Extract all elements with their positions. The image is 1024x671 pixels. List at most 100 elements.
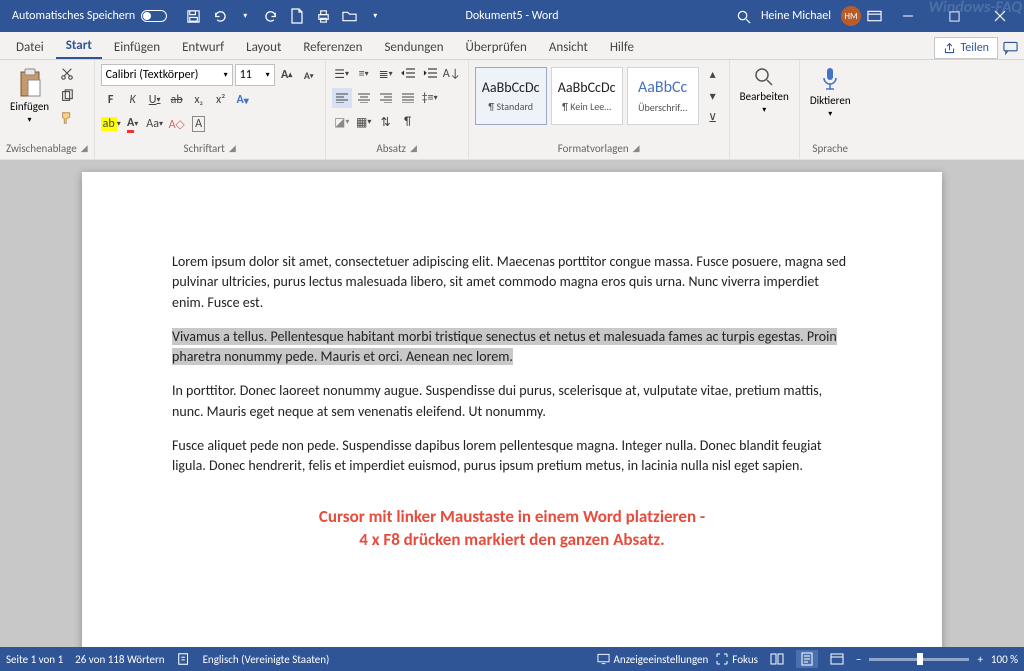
clear-formatting-icon[interactable]: A◇ xyxy=(167,114,187,134)
avatar[interactable]: HM xyxy=(841,6,861,26)
grow-font-icon[interactable]: A▴ xyxy=(277,65,297,85)
new-doc-icon[interactable] xyxy=(285,4,309,28)
zoom-out-button[interactable]: − xyxy=(856,653,861,666)
paragraph-3[interactable]: In porttitor. Donec laoreet nonummy augu… xyxy=(172,381,852,422)
status-focus[interactable]: Fokus xyxy=(716,653,758,666)
status-page[interactable]: Seite 1 von 1 xyxy=(6,653,63,666)
bullets-icon[interactable]: ☰▾ xyxy=(332,64,352,84)
chevron-down-icon: ▾ xyxy=(762,105,766,115)
align-right-icon[interactable] xyxy=(376,88,396,108)
document-area[interactable]: Lorem ipsum dolor sit amet, consectetuer… xyxy=(0,160,1024,647)
style-standard[interactable]: AaBbCcDc ¶ Standard xyxy=(475,67,547,125)
tab-datei[interactable]: Datei xyxy=(6,36,54,59)
justify-icon[interactable] xyxy=(398,88,418,108)
close-button[interactable] xyxy=(980,0,1020,32)
format-painter-icon[interactable] xyxy=(57,108,77,128)
ribbon-display-icon[interactable] xyxy=(867,10,882,23)
tab-sendungen[interactable]: Sendungen xyxy=(374,36,453,59)
tab-hilfe[interactable]: Hilfe xyxy=(600,36,644,59)
zoom-in-button[interactable]: + xyxy=(977,653,982,666)
undo-icon[interactable] xyxy=(207,4,231,28)
status-display-settings[interactable]: Anzeigeeinstellungen xyxy=(597,653,709,666)
align-left-icon[interactable] xyxy=(332,88,352,108)
autosave-control[interactable]: Automatisches Speichern xyxy=(4,9,175,23)
font-launcher-icon[interactable]: ◢ xyxy=(229,143,236,154)
search-icon[interactable] xyxy=(736,9,751,24)
cut-icon[interactable] xyxy=(57,64,77,84)
print-layout-icon[interactable] xyxy=(796,650,818,668)
zoom-level[interactable]: 100 % xyxy=(991,653,1018,666)
line-spacing-icon[interactable]: ‡≡▾ xyxy=(420,88,440,108)
styles-scroll-down-icon[interactable]: ▾ xyxy=(703,86,723,106)
tab-start[interactable]: Start xyxy=(56,34,102,59)
paragraph-1[interactable]: Lorem ipsum dolor sit amet, consectetuer… xyxy=(172,252,852,313)
styles-expand-icon[interactable]: ⊻ xyxy=(703,108,723,128)
paragraph-launcher-icon[interactable]: ◢ xyxy=(410,143,417,154)
increase-indent-icon[interactable] xyxy=(420,64,440,84)
web-layout-icon[interactable] xyxy=(826,650,848,668)
style-kein-leerraum[interactable]: AaBbCcDc ¶ Kein Lee… xyxy=(551,67,623,125)
superscript-icon[interactable]: x² xyxy=(211,90,231,110)
font-name-selector[interactable]: Calibri (Textkörper)▾ xyxy=(101,64,233,86)
minimize-button[interactable] xyxy=(888,0,928,32)
character-border-icon[interactable]: A xyxy=(189,114,209,134)
sort-asc-icon[interactable]: ⇅ xyxy=(376,112,396,132)
strikethrough-icon[interactable]: ab xyxy=(167,90,187,110)
paragraph-4[interactable]: Fusce aliquet pede non pede. Suspendisse… xyxy=(172,436,852,477)
tab-entwurf[interactable]: Entwurf xyxy=(172,36,234,59)
print-icon[interactable] xyxy=(311,4,335,28)
styles-launcher-icon[interactable]: ◢ xyxy=(633,143,640,154)
read-mode-icon[interactable] xyxy=(766,650,788,668)
sort-icon[interactable]: A↓ xyxy=(442,64,462,84)
dictate-button[interactable]: Diktieren ▾ xyxy=(806,64,855,121)
maximize-button[interactable] xyxy=(934,0,974,32)
qat-customize-icon[interactable]: ▾ xyxy=(363,4,387,28)
shading-icon[interactable]: ◪▾ xyxy=(332,112,352,132)
highlight-icon[interactable]: ab▾ xyxy=(101,114,121,134)
multilevel-list-icon[interactable]: ≣▾ xyxy=(376,64,396,84)
autosave-toggle[interactable] xyxy=(141,10,167,22)
borders-icon[interactable]: ▦▾ xyxy=(354,112,374,132)
ribbon-tabs: Datei Start Einfügen Entwurf Layout Refe… xyxy=(0,32,1024,60)
save-icon[interactable] xyxy=(181,4,205,28)
page[interactable]: Lorem ipsum dolor sit amet, consectetuer… xyxy=(82,172,942,647)
open-icon[interactable] xyxy=(337,4,361,28)
numbering-icon[interactable]: ≡▾ xyxy=(354,64,374,84)
group-paragraph: ☰▾ ≡▾ ≣▾ A↓ xyxy=(326,60,469,159)
comments-icon[interactable] xyxy=(1000,38,1020,58)
user-name[interactable]: Heine Michael xyxy=(761,9,831,23)
copy-icon[interactable] xyxy=(57,86,77,106)
underline-icon[interactable]: U ▾ xyxy=(145,90,165,110)
styles-scroll-up-icon[interactable]: ▴ xyxy=(703,64,723,84)
status-language[interactable]: Englisch (Vereinigte Staaten) xyxy=(203,653,330,666)
paste-button[interactable]: Einfügen ▾ xyxy=(6,64,53,128)
show-paragraph-icon[interactable]: ¶ xyxy=(398,112,418,132)
doc-title: Dokument5 - Word xyxy=(465,9,558,23)
paragraph-2-selected[interactable]: Vivamus a tellus. Pellentesque habitant … xyxy=(172,327,852,368)
align-center-icon[interactable] xyxy=(354,88,374,108)
shrink-font-icon[interactable]: A▾ xyxy=(299,65,319,85)
tab-ansicht[interactable]: Ansicht xyxy=(539,36,598,59)
search-icon xyxy=(753,66,775,88)
tab-layout[interactable]: Layout xyxy=(236,36,291,59)
font-size-selector[interactable]: 11▾ xyxy=(235,64,275,86)
text-effects-icon[interactable]: A▾ xyxy=(233,90,253,110)
share-button[interactable]: Teilen xyxy=(934,37,998,59)
style-ueberschrift[interactable]: AaBbCc Überschrif… xyxy=(627,67,699,125)
status-words[interactable]: 26 von 118 Wörtern xyxy=(75,653,164,666)
zoom-slider[interactable] xyxy=(869,658,969,661)
tab-ueberpruefen[interactable]: Überprüfen xyxy=(456,36,537,59)
clipboard-launcher-icon[interactable]: ◢ xyxy=(81,143,88,154)
subscript-icon[interactable]: x₂ xyxy=(189,90,209,110)
tab-einfuegen[interactable]: Einfügen xyxy=(104,36,170,59)
change-case-icon[interactable]: Aa▾ xyxy=(145,114,165,134)
editing-button[interactable]: Bearbeiten ▾ xyxy=(736,64,793,117)
tab-referenzen[interactable]: Referenzen xyxy=(293,36,372,59)
decrease-indent-icon[interactable] xyxy=(398,64,418,84)
font-color-icon[interactable]: A▾ xyxy=(123,114,143,134)
undo-dropdown-icon[interactable]: ▾ xyxy=(233,4,257,28)
redo-icon[interactable] xyxy=(259,4,283,28)
italic-icon[interactable]: K xyxy=(123,90,143,110)
bold-icon[interactable]: F xyxy=(101,90,121,110)
status-proofing-icon[interactable] xyxy=(177,652,191,666)
